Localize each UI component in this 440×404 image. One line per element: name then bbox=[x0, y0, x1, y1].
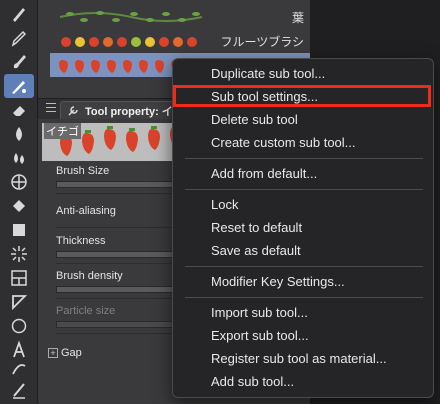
menu-separator bbox=[185, 158, 423, 159]
frame-icon[interactable] bbox=[4, 266, 34, 290]
expand-icon[interactable]: + bbox=[48, 348, 58, 358]
grid-icon[interactable] bbox=[4, 170, 34, 194]
highlight-box bbox=[173, 85, 431, 107]
tab-tool-property[interactable]: Tool property: イ bbox=[60, 101, 182, 119]
menu-item-add-sub-tool[interactable]: Add sub tool... bbox=[211, 374, 294, 389]
menu-item-save-as-default[interactable]: Save as default bbox=[211, 243, 301, 258]
drops-icon[interactable] bbox=[4, 146, 34, 170]
menu-item-add-from-default[interactable]: Add from default... bbox=[211, 166, 317, 181]
fruit-stroke-preview bbox=[61, 37, 197, 47]
brush-preview: イチゴ bbox=[42, 123, 192, 161]
menu-item-import-sub-tool[interactable]: Import sub tool... bbox=[211, 305, 308, 320]
tool-property-title: Tool property: イ bbox=[85, 105, 173, 118]
menu-item-create-custom-sub-tool[interactable]: Create custom sub tool... bbox=[211, 135, 356, 150]
ruler-icon[interactable] bbox=[4, 290, 34, 314]
menu-separator bbox=[185, 266, 423, 267]
correction-icon[interactable] bbox=[4, 378, 34, 402]
subtool-item-leaf[interactable]: 葉 bbox=[50, 6, 318, 28]
menu-item-lock[interactable]: Lock bbox=[211, 197, 238, 212]
eraser-icon[interactable] bbox=[4, 98, 34, 122]
menu-item-register-as-material[interactable]: Register sub tool as material... bbox=[211, 351, 387, 366]
menu-item-duplicate-sub-tool[interactable]: Duplicate sub tool... bbox=[211, 66, 325, 81]
fill-icon[interactable] bbox=[4, 194, 34, 218]
subtool-name: フルーツブラシ bbox=[220, 34, 304, 49]
menu-item-export-sub-tool[interactable]: Export sub tool... bbox=[211, 328, 309, 343]
preview-label: イチゴ bbox=[44, 123, 81, 139]
wrench-icon bbox=[68, 105, 78, 116]
pen-icon[interactable] bbox=[4, 2, 34, 26]
subtool-context-menu: Duplicate sub tool... Sub tool settings.… bbox=[172, 58, 434, 398]
gradient-icon[interactable] bbox=[4, 218, 34, 242]
burst-icon[interactable] bbox=[4, 242, 34, 266]
subtool-name: 葉 bbox=[291, 10, 304, 25]
menu-separator bbox=[185, 189, 423, 190]
pencil-icon[interactable] bbox=[4, 26, 34, 50]
menu-item-modifier-key-settings[interactable]: Modifier Key Settings... bbox=[211, 274, 345, 289]
decoration-icon[interactable] bbox=[4, 74, 34, 98]
leaf-stroke-preview bbox=[59, 11, 203, 22]
menu-item-delete-sub-tool[interactable]: Delete sub tool bbox=[211, 112, 298, 127]
property-label: Gap bbox=[61, 347, 82, 359]
subtool-item-fruit-brush[interactable]: フルーツブラシ bbox=[50, 30, 318, 52]
blend-icon[interactable] bbox=[4, 122, 34, 146]
circle-icon[interactable] bbox=[4, 314, 34, 338]
brush-icon[interactable] bbox=[4, 50, 34, 74]
tool-palette bbox=[0, 0, 38, 404]
property-gap[interactable]: + Gap bbox=[48, 347, 82, 359]
panel-menu-icon[interactable] bbox=[46, 103, 56, 113]
menu-item-reset-to-default[interactable]: Reset to default bbox=[211, 220, 302, 235]
menu-separator bbox=[185, 297, 423, 298]
